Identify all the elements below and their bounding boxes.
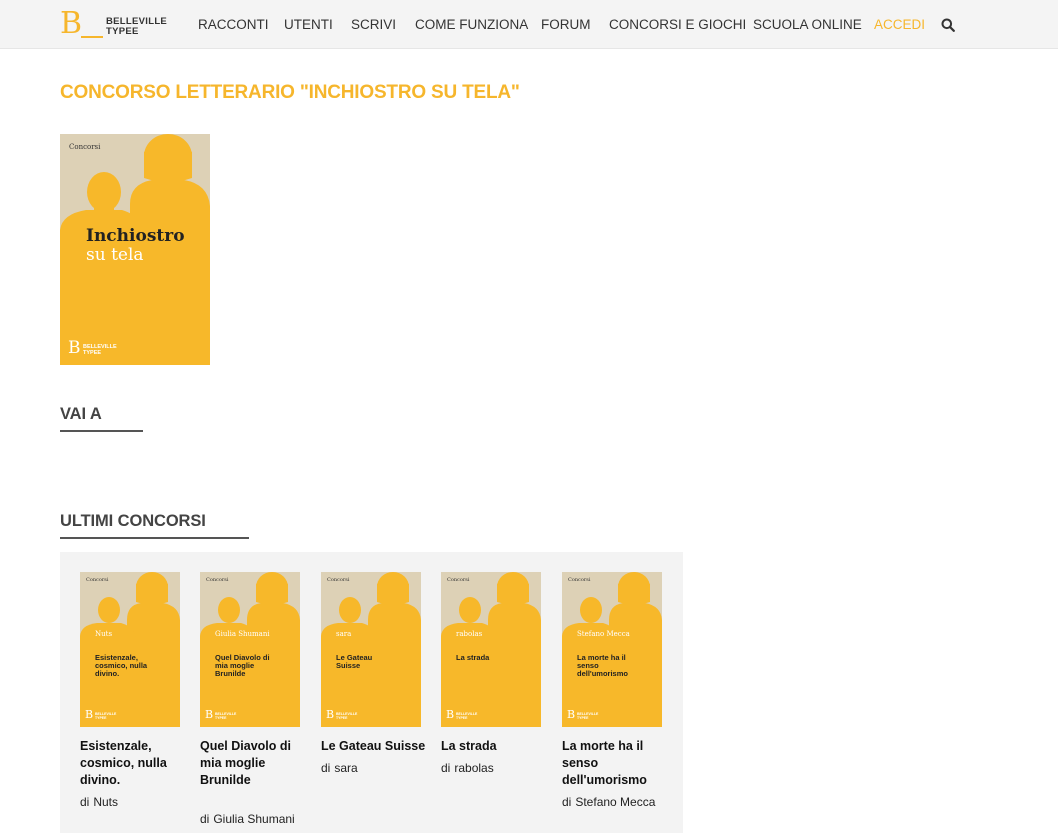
thumb-author: rabolas: [456, 630, 483, 638]
logo-underline: [81, 36, 103, 38]
silhouette-illustration: [562, 572, 662, 727]
nav-scuola-online[interactable]: SCUOLA ONLINE: [753, 0, 862, 49]
nav-utenti[interactable]: UTENTI: [284, 0, 333, 49]
nav-come-funziona[interactable]: COME FUNZIONA: [415, 0, 528, 49]
thumb-logo-letter: B: [326, 708, 335, 721]
thumb-logo-line2: TYPEE: [95, 716, 107, 720]
contest-author-line[interactable]: di rabolas: [441, 761, 561, 775]
search-icon[interactable]: [941, 18, 955, 32]
page-title: CONCORSO LETTERARIO "INCHIOSTRO SU TELA": [60, 82, 520, 103]
contest-title-link[interactable]: Le Gateau Suisse: [321, 738, 431, 755]
contest-author: rabolas: [454, 761, 494, 775]
poster-title: Inchiostro: [86, 226, 185, 246]
contest-title-link[interactable]: La morte ha il senso dell'umorismo: [562, 738, 662, 789]
thumb-author: Stefano Mecca: [577, 630, 630, 638]
contest-title-link[interactable]: Esistenzale, cosmico, nulla divino.: [80, 738, 180, 789]
section-title-vai-a: VAI A: [60, 405, 102, 423]
by-label: di: [200, 812, 210, 826]
section-underline: [60, 430, 143, 432]
thumb-label: Concorsi: [327, 577, 350, 583]
thumb-logo-line2: TYPEE: [336, 716, 348, 720]
contest-thumbnail[interactable]: Concorsi rabolas La strada B BELLEVILLE …: [441, 572, 541, 727]
nav-accedi[interactable]: ACCEDI: [874, 0, 925, 49]
contest-thumbnail[interactable]: Concorsi Stefano Mecca La morte ha il se…: [562, 572, 662, 727]
silhouette-illustration: [441, 572, 541, 727]
contests-panel: Concorsi Nuts Esistenzale, cosmico, null…: [60, 552, 683, 833]
section-underline: [60, 537, 249, 539]
thumb-author: Giulia Shumani: [215, 630, 270, 638]
poster-subtitle: su tela: [86, 245, 144, 265]
contest-thumbnail[interactable]: Concorsi sara Le Gateau Suisse B BELLEVI…: [321, 572, 421, 727]
nav-racconti[interactable]: RACCONTI: [198, 0, 269, 49]
by-label: di: [80, 795, 90, 809]
nav-forum[interactable]: FORUM: [541, 0, 591, 49]
site-logo[interactable]: B BELLEVILLE TYPEE: [60, 6, 180, 41]
thumb-author: sara: [336, 630, 352, 638]
contest-author: sara: [334, 761, 358, 775]
contest-title-link[interactable]: Quel Diavolo di mia moglie Brunilde: [200, 738, 300, 789]
thumb-logo-letter: B: [85, 708, 94, 721]
poster-logo-line2: TYPEE: [83, 350, 102, 356]
logo-text-line2: TYPEE: [106, 26, 139, 37]
by-label: di: [321, 761, 331, 775]
poster-label: Concorsi: [69, 143, 101, 151]
thumb-logo-letter: B: [205, 708, 214, 721]
by-label: di: [441, 761, 451, 775]
contest-thumbnail[interactable]: Concorsi Giulia Shumani Quel Diavolo di …: [200, 572, 300, 727]
contest-author: Nuts: [93, 795, 119, 809]
contest-title-link[interactable]: La strada: [441, 738, 541, 755]
nav-concorsi-e-giochi[interactable]: CONCORSI E GIOCHI: [609, 0, 746, 49]
thumb-title: Esistenzale, cosmico, nulla divino.: [95, 653, 148, 678]
thumb-title: Le Gateau Suisse: [336, 653, 373, 670]
thumb-logo-line2: TYPEE: [456, 716, 468, 720]
thumb-label: Concorsi: [206, 577, 229, 583]
nav-scrivi[interactable]: SCRIVI: [351, 0, 396, 49]
thumb-title: Quel Diavolo di mia moglie Brunilde: [215, 653, 270, 678]
poster-logo-letter: B: [68, 338, 81, 358]
contest-thumbnail[interactable]: Concorsi Nuts Esistenzale, cosmico, null…: [80, 572, 180, 727]
by-label: di: [562, 795, 572, 809]
silhouette-illustration: [321, 572, 421, 727]
thumb-logo-line2: TYPEE: [215, 716, 227, 720]
contest-author-line[interactable]: di Giulia Shumani: [200, 812, 320, 826]
contest-author-line[interactable]: di sara: [321, 761, 441, 775]
logo-letter: B: [60, 6, 83, 41]
contest-author: Stefano Mecca: [575, 795, 656, 809]
contest-author-line[interactable]: di Nuts: [80, 795, 200, 809]
thumb-author: Nuts: [95, 630, 113, 638]
thumb-title: La strada: [456, 653, 490, 662]
section-title-ultimi-concorsi: ULTIMI CONCORSI: [60, 512, 206, 530]
thumb-label: Concorsi: [86, 577, 109, 583]
thumb-logo-letter: B: [446, 708, 455, 721]
contest-poster: Concorsi Inchiostro su tela B BELLEVILLE…: [60, 134, 210, 365]
silhouette-illustration: [80, 572, 180, 727]
thumb-logo-line2: TYPEE: [577, 716, 589, 720]
top-navbar: B BELLEVILLE TYPEE RACCONTI UTENTI SCRIV…: [0, 0, 1058, 49]
thumb-label: Concorsi: [568, 577, 591, 583]
thumb-title: La morte ha il senso dell'umorismo: [577, 653, 628, 678]
silhouette-illustration: [200, 572, 300, 727]
contest-author: Giulia Shumani: [213, 812, 295, 826]
thumb-logo-letter: B: [567, 708, 576, 721]
thumb-label: Concorsi: [447, 577, 470, 583]
contest-author-line[interactable]: di Stefano Mecca: [562, 795, 682, 809]
